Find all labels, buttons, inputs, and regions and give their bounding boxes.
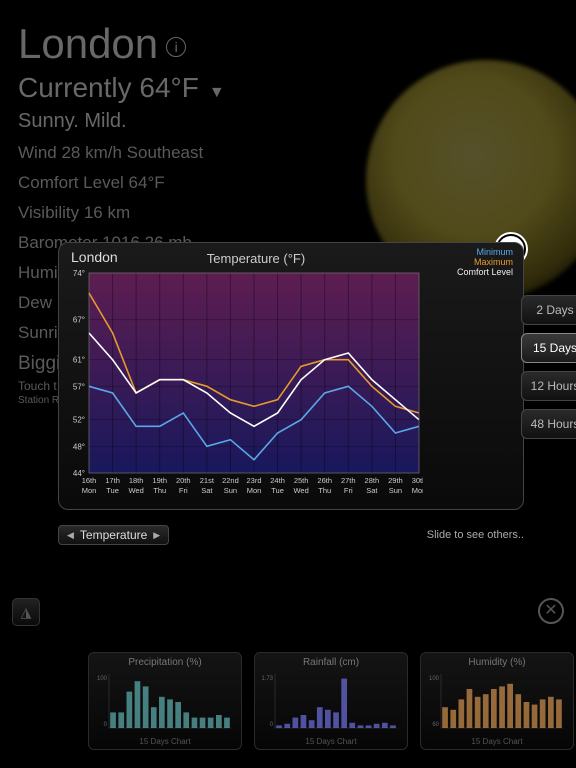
svg-text:Tue: Tue: [271, 486, 284, 495]
svg-text:19th: 19th: [152, 476, 167, 485]
svg-text:20th: 20th: [176, 476, 191, 485]
svg-text:Mon: Mon: [247, 486, 262, 495]
svg-text:Mon: Mon: [82, 486, 97, 495]
svg-text:27th: 27th: [341, 476, 356, 485]
svg-text:Mon: Mon: [412, 486, 423, 495]
svg-text:24th: 24th: [270, 476, 285, 485]
range-12-hours-button[interactable]: 12 Hours: [521, 371, 576, 401]
thumb-chart: 1.73 0: [261, 670, 401, 732]
chevron-left-icon[interactable]: ◀: [67, 530, 74, 541]
svg-text:17th: 17th: [105, 476, 120, 485]
chart-type-label: Temperature: [80, 528, 147, 542]
svg-text:Wed: Wed: [128, 486, 143, 495]
svg-text:1.73: 1.73: [261, 676, 273, 682]
thumb-title: Precipitation (%): [95, 657, 235, 668]
slide-hint: Slide to see others..: [427, 529, 524, 541]
svg-text:Sun: Sun: [224, 486, 237, 495]
wind-line: Wind 28 km/h Southeast: [18, 143, 225, 163]
city-title: Londoni: [18, 20, 225, 68]
legend-min: Minimum: [457, 247, 513, 257]
info-icon[interactable]: i: [166, 37, 186, 57]
thumb-title: Humidity (%): [427, 657, 567, 668]
svg-text:74°: 74°: [73, 269, 85, 278]
thumbnail-row[interactable]: Precipitation (%) 100 0 15 Days ChartRai…: [88, 652, 566, 750]
svg-text:18th: 18th: [129, 476, 144, 485]
thumb-t3[interactable]: Humidity (%) 100 60 15 Days Chart: [420, 652, 574, 750]
thumb-footer: 15 Days Chart: [421, 737, 573, 746]
thumb-chart: 100 0: [95, 670, 235, 732]
range-2-days-button[interactable]: 2 Days: [521, 295, 576, 325]
svg-text:67°: 67°: [73, 316, 85, 325]
svg-text:100: 100: [429, 676, 440, 682]
thumb-chart: 100 60: [427, 670, 567, 732]
svg-text:25th: 25th: [294, 476, 309, 485]
svg-text:Tue: Tue: [106, 486, 119, 495]
range-15-days-button[interactable]: 15 Days: [521, 333, 576, 363]
legend-max: Maximum: [457, 257, 513, 267]
svg-text:29th: 29th: [388, 476, 403, 485]
chevron-right-icon[interactable]: ▶: [153, 530, 160, 541]
svg-text:26th: 26th: [317, 476, 332, 485]
svg-text:21st: 21st: [200, 476, 215, 485]
svg-text:Fri: Fri: [344, 486, 353, 495]
visibility-line: Visibility 16 km: [18, 203, 225, 223]
svg-text:57°: 57°: [73, 382, 85, 391]
svg-text:Fri: Fri: [179, 486, 188, 495]
svg-text:0: 0: [270, 722, 274, 728]
thumb-footer: 15 Days Chart: [255, 737, 407, 746]
svg-text:61°: 61°: [73, 356, 85, 365]
chart-nav-bar: ◀ Temperature ▶ Slide to see others..: [58, 524, 524, 546]
chart-type-selector[interactable]: ◀ Temperature ▶: [58, 525, 169, 545]
svg-text:52°: 52°: [73, 416, 85, 425]
svg-text:Thu: Thu: [153, 486, 166, 495]
chart-modal: London Temperature (°F) Minimum Maximum …: [58, 242, 524, 510]
svg-text:Thu: Thu: [318, 486, 331, 495]
comfort-line: Comfort Level 64°F: [18, 173, 225, 193]
close-thumbs-button[interactable]: ✕: [538, 598, 564, 624]
svg-text:48°: 48°: [73, 442, 85, 451]
modal-chart-title: Temperature (°F): [67, 251, 445, 266]
svg-text:Sat: Sat: [366, 486, 378, 495]
thumb-title: Rainfall (cm): [261, 657, 401, 668]
svg-text:23rd: 23rd: [246, 476, 261, 485]
range-buttons: 2 Days 15 Days 12 Hours 48 Hours: [521, 295, 576, 439]
svg-text:16th: 16th: [82, 476, 97, 485]
svg-text:Wed: Wed: [293, 486, 308, 495]
svg-text:22nd: 22nd: [222, 476, 239, 485]
svg-text:Sun: Sun: [389, 486, 402, 495]
svg-text:30th: 30th: [412, 476, 423, 485]
temperature-chart: 44°48°52°57°61°67°74°16thMon17thTue18thW…: [67, 269, 423, 501]
thumb-t2[interactable]: Rainfall (cm) 1.73 0 15 Days Chart: [254, 652, 408, 750]
thumb-footer: 15 Days Chart: [89, 737, 241, 746]
svg-text:Sat: Sat: [201, 486, 213, 495]
svg-text:100: 100: [97, 676, 108, 682]
thumb-t1[interactable]: Precipitation (%) 100 0 15 Days Chart: [88, 652, 242, 750]
current-temp-dropdown[interactable]: Currently 64°F: [18, 72, 225, 104]
weather-desc: Sunny. Mild.: [18, 110, 225, 133]
range-48-hours-button[interactable]: 48 Hours: [521, 409, 576, 439]
svg-text:60: 60: [432, 722, 439, 728]
svg-text:0: 0: [104, 722, 108, 728]
compass-button[interactable]: ◮: [12, 598, 40, 626]
svg-text:28th: 28th: [365, 476, 380, 485]
